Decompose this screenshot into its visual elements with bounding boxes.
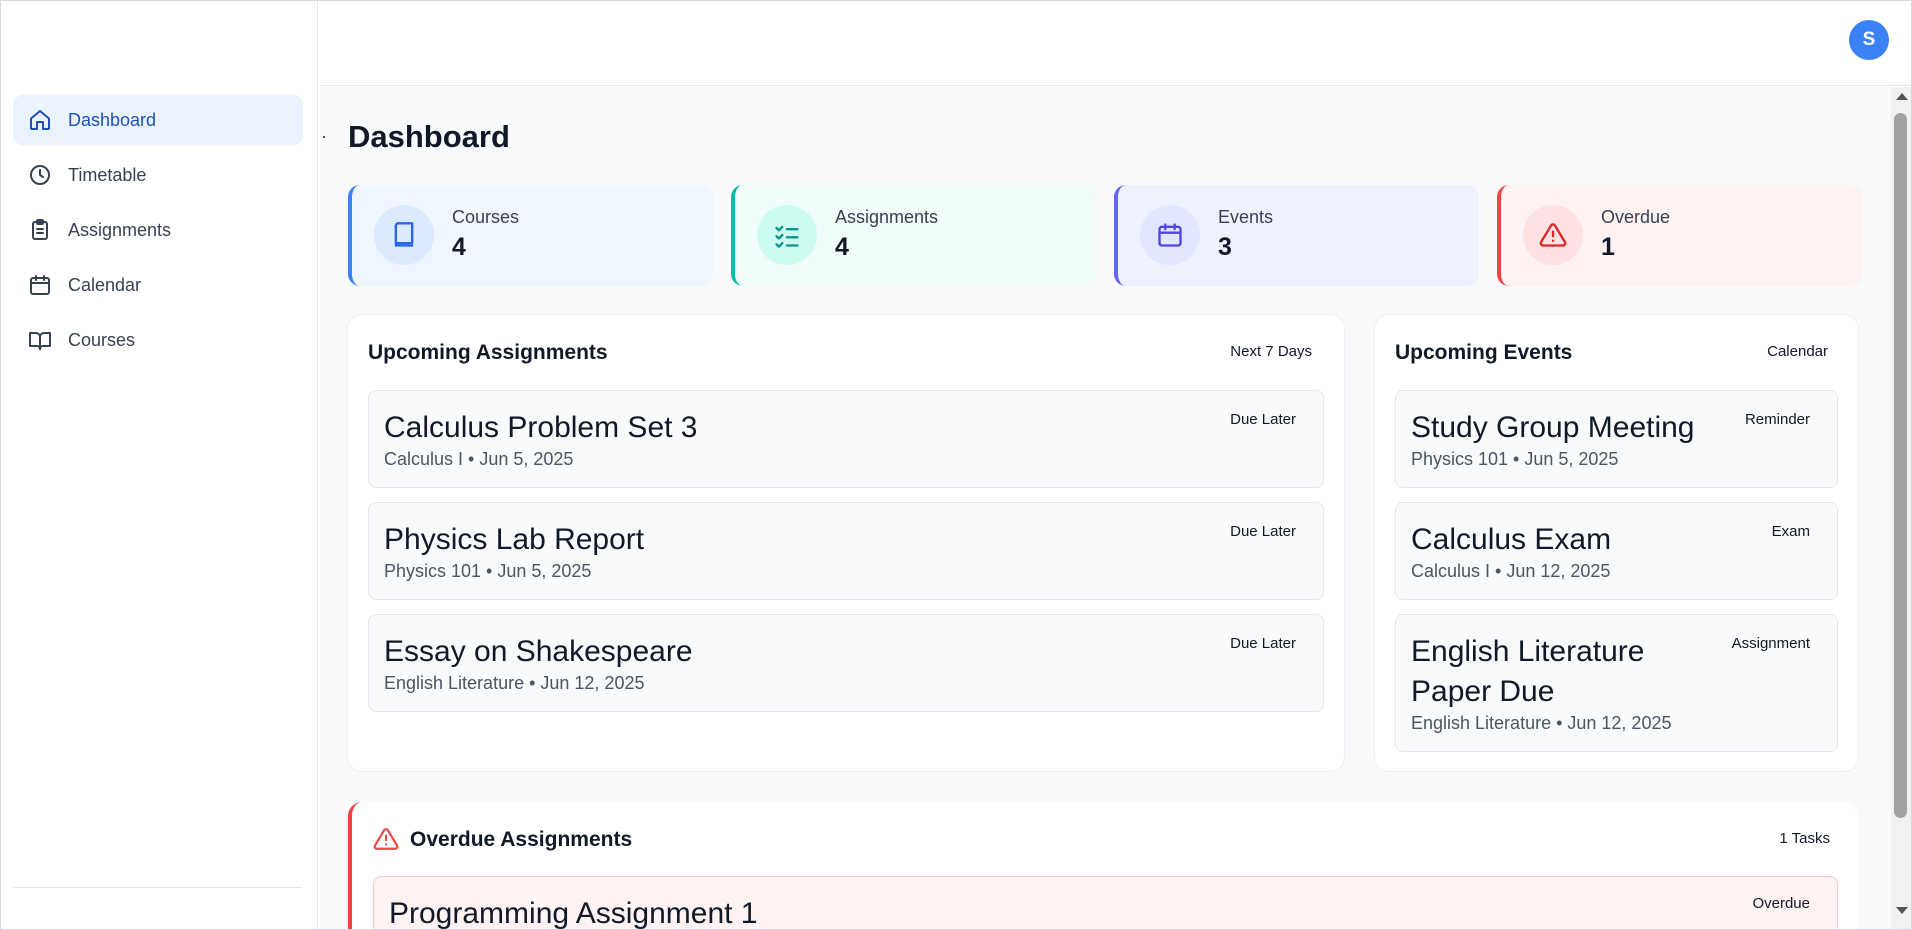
stat-icon-wrap [374, 205, 434, 265]
home-icon [28, 108, 52, 132]
sidebar-item-label: Dashboard [68, 109, 157, 130]
panel-title: Upcoming Assignments [368, 341, 608, 364]
stat-value: 4 [835, 233, 849, 261]
sidebar: Dashboard Timetable Assignments Calendar [1, 1, 318, 929]
stat-label: Events [1218, 207, 1274, 227]
stat-card-overdue[interactable]: Overdue 1 [1497, 185, 1862, 286]
avatar[interactable]: S [1849, 20, 1889, 60]
sidebar-item-calendar[interactable]: Calendar [13, 260, 303, 310]
clock-icon [28, 163, 52, 187]
decorative-dot [323, 136, 325, 138]
stat-label: Assignments [835, 207, 939, 227]
panel-badge: Calendar [1767, 343, 1828, 360]
app-window: Dashboard Timetable Assignments Calendar [0, 0, 1912, 930]
clipboard-icon [28, 218, 52, 242]
item-meta: Calculus I • Jun 5, 2025 [384, 449, 574, 469]
panel-title: Overdue Assignments [410, 828, 633, 851]
book-icon [394, 222, 414, 247]
item-title: Calculus Problem Set 3 [384, 411, 698, 444]
alert-triangle-icon [373, 828, 399, 850]
item-title: English Literature Paper Due [1411, 635, 1645, 708]
sidebar-item-courses[interactable]: Courses [13, 315, 303, 365]
book-open-icon [28, 328, 52, 352]
item-title: Essay on Shakespeare [384, 635, 693, 668]
sidebar-item-dashboard[interactable]: Dashboard [13, 95, 303, 145]
stat-value: 4 [452, 233, 466, 261]
item-title: Calculus Exam [1411, 523, 1612, 556]
stat-card-events[interactable]: Events 3 [1114, 185, 1479, 286]
page-title: Dashboard [348, 119, 510, 154]
stat-card-assignments[interactable]: Assignments 4 [731, 185, 1096, 286]
scroll-down-arrow[interactable] [1896, 907, 1908, 914]
upcoming-assignments-panel: Upcoming Assignments Next 7 Days Calculu… [348, 315, 1344, 771]
stat-icon-wrap [1523, 205, 1583, 265]
scroll-thumb[interactable] [1894, 113, 1907, 818]
item-meta: Physics 101 • Jun 5, 2025 [384, 561, 592, 581]
panel-badge: Next 7 Days [1230, 343, 1312, 360]
event-tag: Reminder [1744, 411, 1810, 428]
assignment-item[interactable]: Essay on Shakespeare English Literature … [368, 614, 1324, 712]
sidebar-item-assignments[interactable]: Assignments [13, 205, 303, 255]
event-tag: Assignment [1731, 635, 1810, 652]
sidebar-divider [13, 887, 302, 888]
event-item[interactable]: Calculus Exam Calculus I • Jun 12, 2025 … [1395, 502, 1838, 600]
list-checks-icon [775, 225, 799, 248]
assignment-item[interactable]: Calculus Problem Set 3 Calculus I • Jun … [368, 390, 1324, 488]
panel-title: Upcoming Events [1395, 341, 1573, 364]
event-tag: Exam [1771, 523, 1810, 540]
due-tag: Due Later [1230, 411, 1296, 428]
stat-label: Courses [452, 207, 520, 227]
stat-card-courses[interactable]: Courses 4 [348, 185, 713, 286]
stat-icon-wrap [757, 205, 817, 265]
event-item[interactable]: Study Group Meeting Physics 101 • Jun 5,… [1395, 390, 1838, 488]
due-tag: Due Later [1230, 635, 1296, 652]
alert-triangle-icon [1539, 223, 1567, 247]
main-scrollbar[interactable] [1891, 87, 1911, 929]
calendar-icon [1158, 223, 1182, 247]
item-meta: English Literature • Jun 12, 2025 [1411, 713, 1672, 733]
assignment-item[interactable]: Physics Lab Report Physics 101 • Jun 5, … [368, 502, 1324, 600]
overdue-assignments-panel: Overdue Assignments 1 Tasks Programming … [348, 802, 1858, 930]
event-item[interactable]: English Literature Paper Due English Lit… [1395, 614, 1838, 752]
item-meta: Physics 101 • Jun 5, 2025 [1411, 449, 1619, 469]
sidebar-nav: Dashboard Timetable Assignments Calendar [13, 95, 303, 370]
sidebar-item-timetable[interactable]: Timetable [13, 150, 303, 200]
stat-label: Overdue [1601, 207, 1671, 227]
calendar-icon [28, 273, 52, 297]
item-meta: English Literature • Jun 12, 2025 [384, 673, 645, 693]
stat-value: 3 [1218, 233, 1232, 261]
overdue-tag: Overdue [1752, 895, 1810, 912]
item-title: Programming Assignment 1 [389, 897, 758, 930]
item-title: Study Group Meeting [1411, 411, 1695, 444]
overdue-item[interactable]: Programming Assignment 1 Overdue [373, 876, 1838, 930]
item-title: Physics Lab Report [384, 523, 645, 556]
stat-icon-wrap [1140, 205, 1200, 265]
main-content: Dashboard Courses 4 Assignments 4 Events… [319, 87, 1891, 930]
stat-value: 1 [1601, 233, 1615, 261]
overdue-count-badge: 1 Tasks [1779, 830, 1830, 847]
due-tag: Due Later [1230, 523, 1296, 540]
upcoming-events-panel: Upcoming Events Calendar Study Group Mee… [1375, 315, 1858, 771]
item-meta: Calculus I • Jun 12, 2025 [1411, 561, 1611, 581]
sidebar-item-label: Calendar [68, 274, 142, 295]
top-header [319, 1, 1911, 86]
sidebar-item-label: Timetable [68, 164, 147, 185]
sidebar-item-label: Assignments [68, 219, 172, 240]
sidebar-item-label: Courses [68, 329, 136, 350]
scroll-up-arrow[interactable] [1896, 93, 1908, 100]
